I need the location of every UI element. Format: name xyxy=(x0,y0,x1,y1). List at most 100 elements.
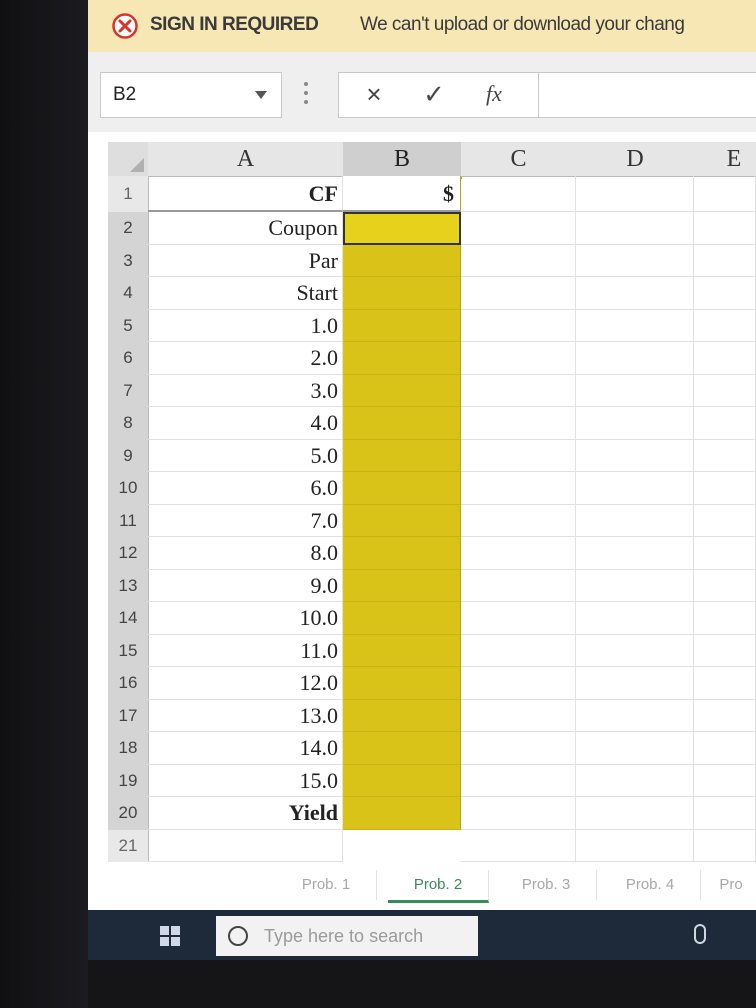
cell-d5[interactable] xyxy=(576,309,694,342)
cell-a20[interactable]: Yield xyxy=(148,797,343,830)
row-header-16[interactable]: 16 xyxy=(108,667,149,701)
cell-d18[interactable] xyxy=(576,732,694,765)
cell-c7[interactable] xyxy=(461,374,576,407)
cell-d4[interactable] xyxy=(576,277,694,310)
row-header-19[interactable]: 19 xyxy=(108,764,149,798)
cell-a1[interactable]: CF xyxy=(148,176,343,212)
cell-b15[interactable] xyxy=(343,634,461,667)
cell-b20[interactable] xyxy=(343,797,461,830)
cell-d13[interactable] xyxy=(576,569,694,602)
cell-d11[interactable] xyxy=(576,504,694,537)
cell-d21[interactable] xyxy=(576,829,694,862)
cell-a4[interactable]: Start xyxy=(148,277,343,310)
cell-b8[interactable] xyxy=(343,407,461,440)
column-header-a[interactable]: A xyxy=(148,142,344,177)
cancel-icon[interactable]: × xyxy=(344,72,404,116)
cell-b16[interactable] xyxy=(343,667,461,700)
windows-start-icon[interactable] xyxy=(160,926,180,946)
formula-input[interactable] xyxy=(538,72,756,118)
cell-a11[interactable]: 7.0 xyxy=(148,504,343,537)
sheet-tab-prob-4[interactable]: Prob. 4 xyxy=(600,870,701,900)
cell-c1[interactable] xyxy=(461,176,576,212)
cell-b9[interactable] xyxy=(343,439,461,472)
cell-a21[interactable] xyxy=(148,829,343,862)
cell-d17[interactable] xyxy=(576,699,694,732)
cell-a10[interactable]: 6.0 xyxy=(148,472,343,505)
cell-a14[interactable]: 10.0 xyxy=(148,602,343,635)
cell-e18[interactable] xyxy=(694,732,756,765)
cell-a13[interactable]: 9.0 xyxy=(148,569,343,602)
cell-e1[interactable] xyxy=(694,176,756,212)
cell-e20[interactable] xyxy=(694,797,756,830)
row-header-6[interactable]: 6 xyxy=(108,342,149,376)
cell-b13[interactable] xyxy=(343,569,461,602)
cell-a6[interactable]: 2.0 xyxy=(148,342,343,375)
cell-c12[interactable] xyxy=(461,537,576,570)
cell-d9[interactable] xyxy=(576,439,694,472)
cell-d1[interactable] xyxy=(576,176,694,212)
cell-e9[interactable] xyxy=(694,439,756,472)
cell-e17[interactable] xyxy=(694,699,756,732)
cell-b17[interactable] xyxy=(343,699,461,732)
row-header-1[interactable]: 1 xyxy=(108,176,149,213)
cell-c10[interactable] xyxy=(461,472,576,505)
cell-d8[interactable] xyxy=(576,407,694,440)
insert-function-icon[interactable]: fx xyxy=(464,72,524,116)
cell-d2[interactable] xyxy=(576,212,694,245)
sheet-tab-prob-2[interactable]: Prob. 2 xyxy=(388,870,489,903)
cell-b12[interactable] xyxy=(343,537,461,570)
cell-b5[interactable] xyxy=(343,309,461,342)
select-all-corner[interactable] xyxy=(108,142,149,177)
more-icon[interactable] xyxy=(304,82,310,106)
enter-icon[interactable]: ✓ xyxy=(404,72,464,116)
cell-c4[interactable] xyxy=(461,277,576,310)
sheet-tab-prob-3[interactable]: Prob. 3 xyxy=(496,870,597,900)
cell-e13[interactable] xyxy=(694,569,756,602)
cell-c3[interactable] xyxy=(461,244,576,277)
cell-a7[interactable]: 3.0 xyxy=(148,374,343,407)
cell-a8[interactable]: 4.0 xyxy=(148,407,343,440)
cell-b3[interactable] xyxy=(343,244,461,277)
cell-a9[interactable]: 5.0 xyxy=(148,439,343,472)
cell-c6[interactable] xyxy=(461,342,576,375)
cell-e21[interactable] xyxy=(694,829,756,862)
cell-d10[interactable] xyxy=(576,472,694,505)
cell-a16[interactable]: 12.0 xyxy=(148,667,343,700)
cell-e10[interactable] xyxy=(694,472,756,505)
cell-c17[interactable] xyxy=(461,699,576,732)
cell-c9[interactable] xyxy=(461,439,576,472)
cell-d16[interactable] xyxy=(576,667,694,700)
row-header-18[interactable]: 18 xyxy=(108,732,149,766)
cell-e2[interactable] xyxy=(694,212,756,245)
column-header-c[interactable]: C xyxy=(461,142,577,177)
cell-c19[interactable] xyxy=(461,764,576,797)
cell-e4[interactable] xyxy=(694,277,756,310)
cell-d3[interactable] xyxy=(576,244,694,277)
cell-d12[interactable] xyxy=(576,537,694,570)
row-header-17[interactable]: 17 xyxy=(108,699,149,733)
cell-c21[interactable] xyxy=(461,829,576,862)
cell-b6[interactable] xyxy=(343,342,461,375)
cell-d15[interactable] xyxy=(576,634,694,667)
cell-c20[interactable] xyxy=(461,797,576,830)
error-icon[interactable] xyxy=(112,13,138,39)
cell-b2[interactable] xyxy=(343,212,461,245)
cell-a17[interactable]: 13.0 xyxy=(148,699,343,732)
cell-b19[interactable] xyxy=(343,764,461,797)
cell-c11[interactable] xyxy=(461,504,576,537)
cell-e8[interactable] xyxy=(694,407,756,440)
row-header-15[interactable]: 15 xyxy=(108,634,149,668)
cell-e19[interactable] xyxy=(694,764,756,797)
cell-b7[interactable] xyxy=(343,374,461,407)
cell-d7[interactable] xyxy=(576,374,694,407)
cell-a19[interactable]: 15.0 xyxy=(148,764,343,797)
cell-e14[interactable] xyxy=(694,602,756,635)
cell-c16[interactable] xyxy=(461,667,576,700)
cell-e11[interactable] xyxy=(694,504,756,537)
cell-b1[interactable]: $ xyxy=(343,176,461,212)
cell-b18[interactable] xyxy=(343,732,461,765)
name-box[interactable]: B2 xyxy=(100,72,282,118)
cell-a12[interactable]: 8.0 xyxy=(148,537,343,570)
cell-e5[interactable] xyxy=(694,309,756,342)
cell-c5[interactable] xyxy=(461,309,576,342)
